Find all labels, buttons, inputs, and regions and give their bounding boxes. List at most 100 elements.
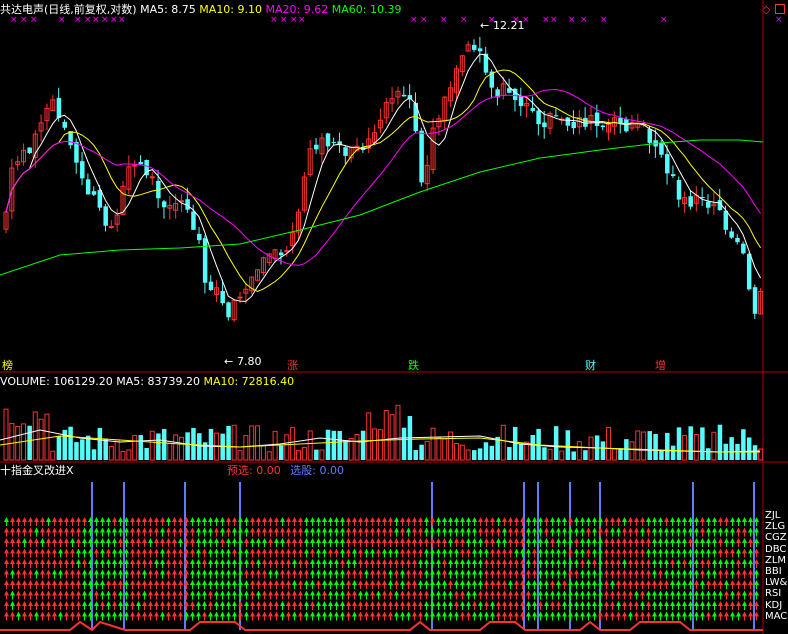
candle-down-110 [647,128,652,143]
candle-down-14 [85,179,91,195]
candle-down-117 [688,196,693,207]
volume-bar-120 [706,448,711,460]
volume-bar-27 [161,428,167,460]
volume-bar-128 [752,445,758,460]
volume-bar-99 [583,450,588,460]
indicator-row-label-kdj: KDJ [765,599,783,611]
volume-bar-92 [542,447,547,460]
volume-bar-93 [547,448,553,461]
candle-down-101 [594,112,600,126]
volume-bar-104 [611,448,617,461]
volume-bar-126 [741,429,746,460]
volume-bar-83 [489,445,495,460]
stock-chart[interactable]: × × × × × × × × × × × × × × × × × × × × × × × × × × × × ← 12.21 ← 7… [0,0,788,634]
candle-down-11 [68,131,73,146]
volume-bar-18 [108,445,114,461]
candle-up-18 [108,225,114,228]
candle-down-32 [191,211,196,230]
indicator-row-label-mac: MAC [765,610,788,622]
price-high-label: ← 12.21 [480,19,525,32]
volume-bar-56 [331,430,337,460]
signal-x-mark-5: × [84,15,92,25]
volume-bar-57 [337,430,342,460]
event-tag-increase[interactable]: 增 [655,359,666,372]
candle-down-58 [343,147,348,156]
signal-x-mark-23: × [568,15,576,25]
svg-text:7.80: 7.80 [237,355,262,368]
volume-bar-23 [138,435,144,460]
event-tag-rank[interactable]: 榜 [2,359,13,372]
volume-bar-15 [91,449,97,460]
volume-ma10: MA10: 72816.40 [203,375,295,388]
candle-down-81 [477,48,483,52]
signal-x-mark-14: × [410,15,418,25]
indicator-row-label-lw: LW& [765,577,788,589]
volume-bar-107 [629,441,635,461]
candle-down-105 [618,117,623,124]
candle-down-80 [472,44,477,50]
volume-bar-38 [226,425,231,460]
indicator-title: 十指金叉改进X [0,464,74,477]
volume-bar-0 [3,408,9,461]
signal-x-mark-1: × [20,15,28,25]
volume-bar-112 [659,450,664,460]
volume-bar-45 [266,451,272,461]
volume-value: VOLUME: 106129.20 [0,375,113,388]
volume-bar-7 [44,413,50,461]
volume-bar-31 [185,432,190,460]
candle-down-10 [62,121,67,128]
volume-bar-26 [156,433,161,460]
candle-down-113 [665,154,670,174]
candle-down-47 [278,252,284,256]
signal-x-mark-0: × [10,15,18,25]
candle-down-102 [600,125,606,128]
volume-bar-114 [670,445,676,460]
volume-bar-121 [711,431,717,461]
volume-bar-68 [401,427,407,460]
volume-bar-9 [56,436,62,460]
volume-bar-86 [507,447,512,460]
volume-bar-98 [576,441,582,461]
volume-bar-95 [559,450,565,461]
volume-header: VOLUME: 106129.20 MA5: 83739.20 MA10: 72… [0,375,294,389]
volume-bar-85 [500,424,506,461]
volume-bar-41 [243,435,249,461]
candle-down-115 [676,180,682,200]
volume-bar-8 [50,450,56,461]
indicator-row-label-zlm: ZLM [765,554,787,566]
volume-bar-16 [97,427,103,460]
volume-panel [0,404,764,461]
select-value: 选股: 0.00 [290,464,344,477]
indicator-row-label-zjl: ZJL [765,510,781,521]
signal-x-mark-24: × [580,15,588,25]
ma10-line [5,69,762,292]
candle-down-71 [419,130,424,183]
ma20-line [5,88,762,266]
signal-x-mark-10: × [270,15,278,25]
signal-x-mark-15: × [420,15,428,25]
signal-x-mark-8: × [110,15,118,25]
volume-bar-70 [413,450,418,460]
signal-x-mark-12: × [290,15,298,25]
volume-bar-65 [383,410,389,461]
volume-bar-80 [472,450,477,460]
indicator-panel [0,482,763,632]
indicator-header: 十指金叉改进X 预选: 0.00 选股: 0.00 [0,464,344,478]
volume-bar-32 [191,428,196,460]
volume-bar-78 [459,444,465,461]
candle-down-88 [518,96,524,107]
preselect-value: 预选: 0.00 [227,464,281,477]
volume-bar-13 [80,439,85,460]
event-tag-fall[interactable]: 跌 [408,359,419,372]
volume-bar-51 [301,446,307,461]
price-low-label: ← 7.80 [224,355,262,368]
signal-x-mark-7: × [101,15,109,25]
candle-down-12 [74,142,79,163]
volume-bar-113 [665,432,670,460]
event-tag-finance[interactable]: 财 [585,359,596,372]
volume-bar-11 [68,426,73,460]
event-tag-rise[interactable]: 涨 [287,359,298,372]
volume-bar-115 [676,427,682,460]
volume-bar-109 [641,431,647,461]
candle-down-124 [729,231,734,238]
